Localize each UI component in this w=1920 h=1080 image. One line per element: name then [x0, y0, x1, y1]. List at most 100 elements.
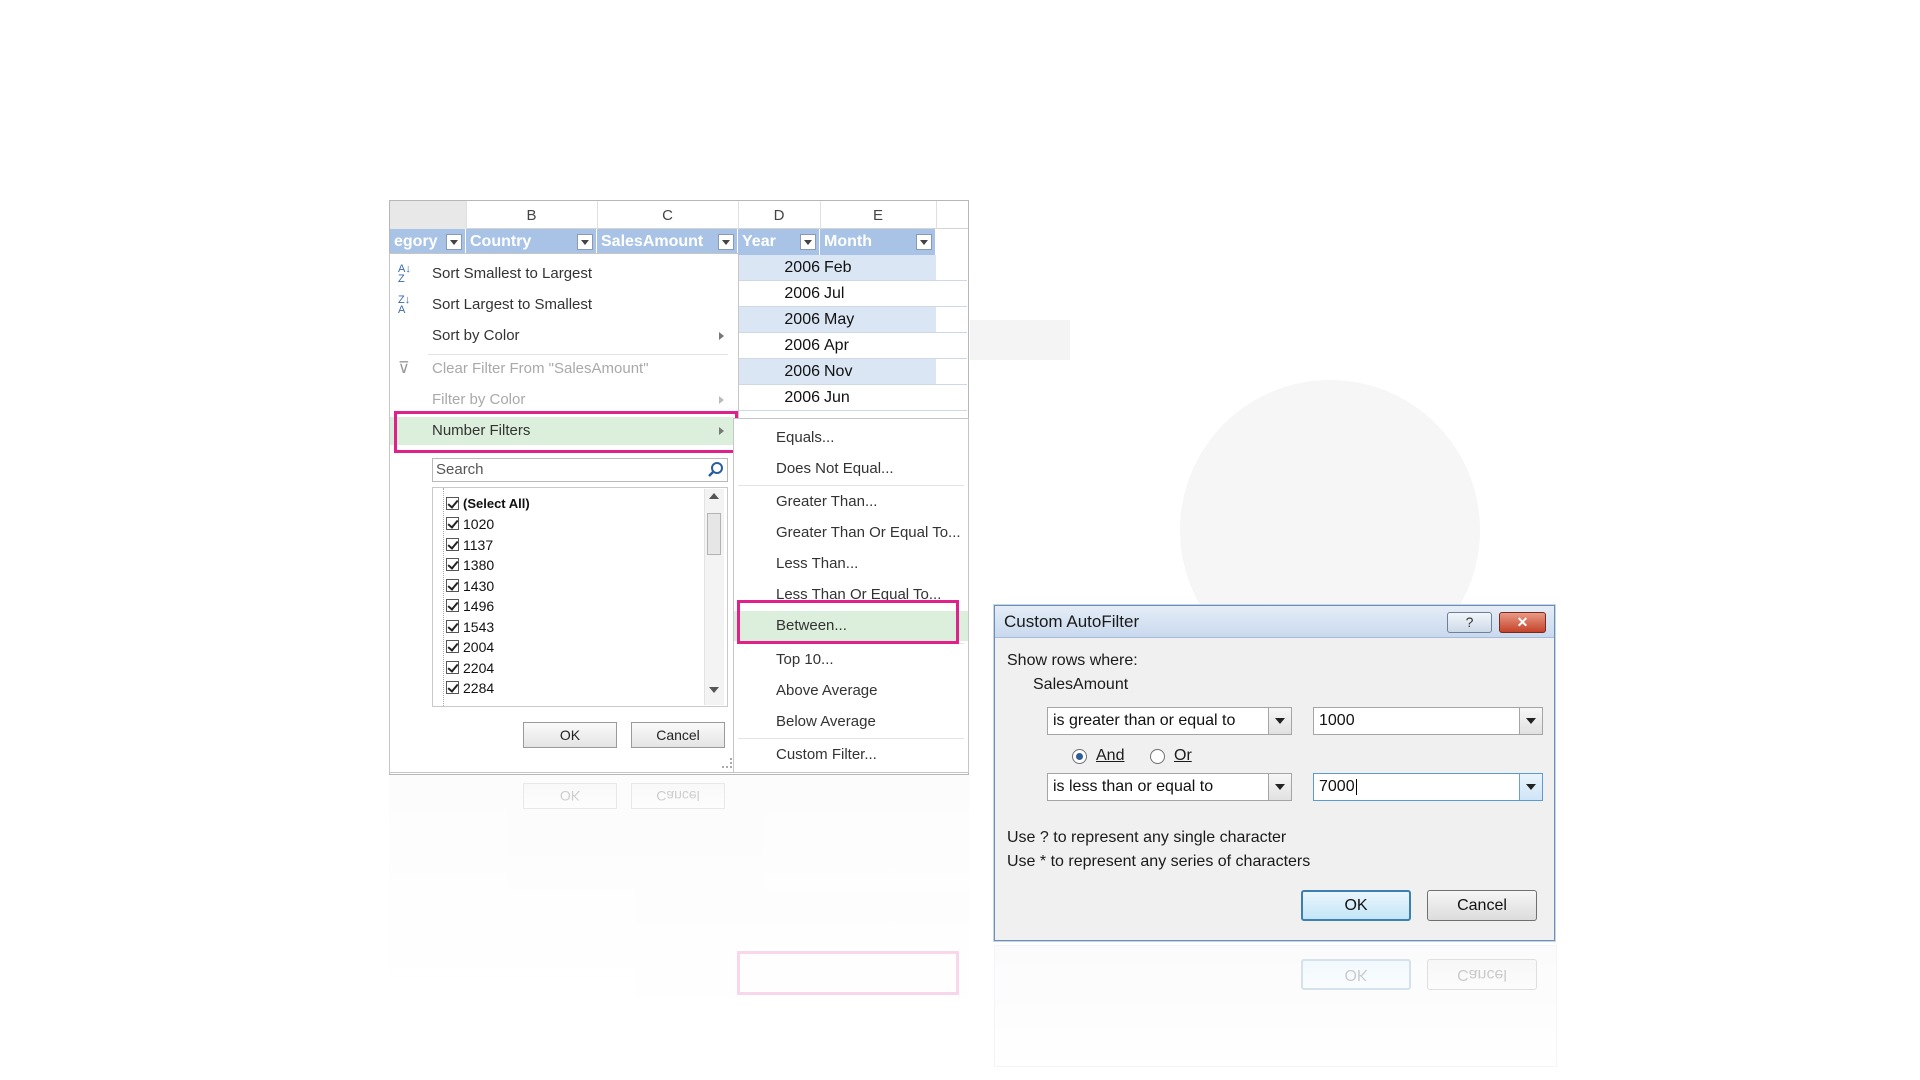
close-button[interactable]: ✕ — [1499, 612, 1546, 633]
submenu-does-not-equal[interactable]: Does Not Equal... — [734, 454, 968, 484]
table-row[interactable]: 2006 Jul — [738, 281, 967, 307]
filter-dropdown-salesamount[interactable] — [718, 234, 734, 250]
submenu-below-average[interactable]: Below Average — [734, 707, 968, 737]
menu-sort-descending[interactable]: Z↓ A Sort Largest to Smallest — [390, 291, 738, 319]
column-header-row: B C D E — [390, 201, 968, 229]
menu-label: Sort Largest to Smallest — [432, 296, 593, 313]
checkbox[interactable] — [446, 579, 459, 592]
list-item[interactable]: (Select All) — [446, 494, 530, 514]
list-item[interactable]: 1137 — [446, 535, 494, 555]
cell-year: 2006 — [784, 259, 820, 276]
highlight-between — [737, 600, 959, 644]
value-2-text: 7000 — [1319, 778, 1355, 795]
submenu-custom-filter[interactable]: Custom Filter... — [734, 740, 968, 770]
column-header-b[interactable]: B — [466, 201, 598, 229]
filter-value-list: (Select All) 1020 1137 1380 1430 1496 15… — [432, 487, 728, 707]
menu-sort-by-color[interactable]: Sort by Color — [390, 322, 738, 350]
submenu-above-average[interactable]: Above Average — [734, 676, 968, 706]
column-header-d[interactable]: D — [738, 201, 821, 229]
or-radio[interactable] — [1150, 749, 1165, 764]
operator-1-select[interactable]: is greater than or equal to — [1047, 707, 1292, 735]
submenu-greater-than-or-equal[interactable]: Greater Than Or Equal To... — [734, 518, 968, 548]
text-cursor — [1355, 778, 1357, 795]
table-row[interactable]: 2006 Nov — [738, 359, 967, 385]
checkbox[interactable] — [446, 681, 459, 694]
dialog-title: Custom AutoFilter — [1004, 612, 1140, 631]
header-label: egory — [394, 233, 438, 250]
checkbox[interactable] — [446, 661, 459, 674]
table-row[interactable]: 2006 Apr — [738, 333, 967, 359]
menu-sort-ascending[interactable]: A↓ Z Sort Smallest to Largest — [390, 260, 738, 288]
list-item[interactable]: 1380 — [446, 555, 494, 575]
tree-line — [443, 488, 445, 706]
table-header-row: egory Country SalesAmount Year Month — [390, 229, 968, 255]
list-item-label: 1137 — [463, 537, 494, 553]
list-item[interactable]: 2004 — [446, 637, 494, 657]
filter-ok-button[interactable]: OK — [523, 722, 617, 748]
list-item-label: (Select All) — [463, 496, 530, 511]
header-label: SalesAmount — [601, 233, 704, 250]
and-radio[interactable] — [1072, 749, 1087, 764]
filter-dropdown-country[interactable] — [577, 234, 593, 250]
scroll-up-icon[interactable] — [709, 493, 719, 499]
filter-search-input[interactable]: Search — [432, 458, 728, 482]
checkbox[interactable] — [446, 497, 459, 510]
column-header-e[interactable]: E — [820, 201, 937, 229]
filter-dropdown-category[interactable] — [446, 234, 462, 250]
chevron-down-icon[interactable] — [1268, 774, 1291, 800]
number-filters-submenu: Equals... Does Not Equal... Greater Than… — [733, 418, 969, 773]
menu-label: Sort by Color — [432, 327, 520, 344]
submenu-greater-than[interactable]: Greater Than... — [734, 487, 968, 517]
operator-2-select[interactable]: is less than or equal to — [1047, 773, 1292, 801]
search-icon — [708, 462, 723, 477]
checkbox[interactable] — [446, 558, 459, 571]
column-header-c[interactable]: C — [597, 201, 739, 229]
checkbox[interactable] — [446, 517, 459, 530]
operator-2-value: is less than or equal to — [1053, 778, 1214, 795]
select-all-corner[interactable] — [390, 201, 467, 229]
chevron-down-icon[interactable] — [1519, 774, 1542, 800]
checkbox[interactable] — [446, 538, 459, 551]
cell-month: Apr — [824, 337, 849, 354]
list-item-label: 1020 — [463, 516, 495, 532]
checkbox[interactable] — [446, 640, 459, 653]
filter-dropdown-month[interactable] — [916, 234, 932, 250]
list-item[interactable]: 1543 — [446, 617, 494, 637]
submenu-label: Top 10... — [776, 651, 834, 668]
list-item[interactable]: 1496 — [446, 596, 494, 616]
scrollbar-thumb[interactable] — [707, 513, 721, 555]
filter-dropdown-year[interactable] — [800, 234, 816, 250]
list-item[interactable]: 1020 — [446, 514, 495, 534]
chevron-down-icon[interactable] — [1519, 708, 1542, 734]
checkbox[interactable] — [446, 599, 459, 612]
value-2-input[interactable]: 7000 — [1313, 773, 1543, 801]
reflection-ok: OK — [523, 783, 617, 809]
cell-year: 2006 — [784, 337, 820, 354]
checkbox[interactable] — [446, 620, 459, 633]
submenu-less-than[interactable]: Less Than... — [734, 549, 968, 579]
table-row[interactable]: 2006 Jun — [738, 385, 967, 411]
list-item-label: 1430 — [463, 578, 495, 594]
submenu-equals[interactable]: Equals... — [734, 423, 968, 453]
value-1-text: 1000 — [1319, 712, 1355, 729]
cell-month: May — [824, 311, 855, 328]
cell-year: 2006 — [784, 285, 820, 302]
reflection-highlight — [737, 951, 959, 995]
help-button[interactable]: ? — [1447, 612, 1492, 633]
header-label: Year — [742, 233, 776, 250]
resize-grip-icon[interactable] — [722, 758, 732, 768]
list-item[interactable]: 2284 — [446, 678, 494, 698]
dialog-ok-button[interactable]: OK — [1301, 890, 1411, 921]
list-item[interactable]: 1430 — [446, 576, 495, 596]
submenu-label: Equals... — [776, 429, 835, 446]
filter-cancel-button[interactable]: Cancel — [631, 722, 725, 748]
table-row[interactable]: 2006 Feb — [738, 255, 967, 281]
table-row[interactable]: 2006 May — [738, 307, 967, 333]
chevron-down-icon[interactable] — [1268, 708, 1291, 734]
list-item[interactable]: 2204 — [446, 658, 494, 678]
submenu-top-10[interactable]: Top 10... — [734, 645, 968, 675]
watermark-logo — [970, 320, 1070, 360]
scroll-down-icon[interactable] — [709, 687, 719, 693]
dialog-cancel-button[interactable]: Cancel — [1427, 890, 1537, 921]
value-1-input[interactable]: 1000 — [1313, 707, 1543, 735]
